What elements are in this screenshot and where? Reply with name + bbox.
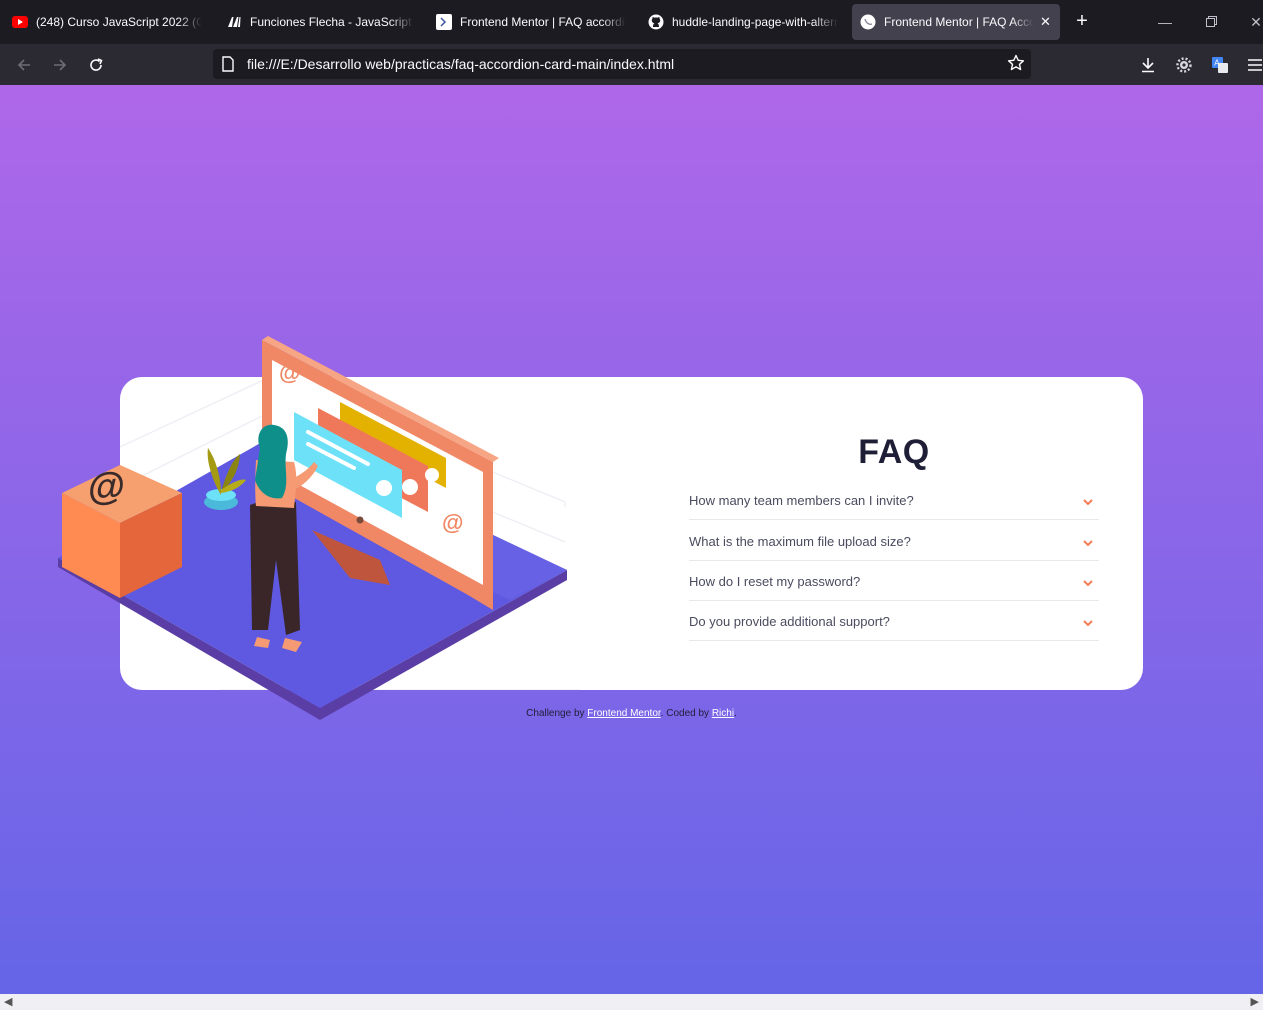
tab-title: (248) Curso JavaScript 2022 (GRATIS) (36, 15, 202, 29)
bookmark-star-icon[interactable] (1007, 54, 1025, 77)
svg-text:@: @ (279, 360, 300, 385)
faq-item[interactable]: What is the maximum file upload size? (689, 520, 1099, 561)
chevron-down-icon[interactable] (1083, 580, 1093, 587)
new-tab-button[interactable]: + (1070, 10, 1094, 34)
tab-mdn[interactable]: Funciones Flecha - JavaScript | MDN (218, 4, 422, 40)
chevron-down-icon[interactable] (1083, 620, 1093, 627)
close-tab-icon[interactable]: ✕ (1040, 14, 1051, 30)
faq-item[interactable]: How do I reset my password? (689, 560, 1099, 601)
attribution-suffix: . (734, 708, 737, 719)
reload-button[interactable] (82, 52, 110, 78)
minimize-icon[interactable]: — (1150, 10, 1180, 34)
frontend-mentor-icon (860, 14, 876, 30)
tab-title: Frontend Mentor | FAQ accordion card (460, 15, 626, 29)
svg-text:@: @ (442, 510, 463, 535)
nav-bar: file:///E:/Desarrollo web/practicas/faq-… (0, 44, 1263, 85)
tab-bar: (248) Curso JavaScript 2022 (GRATIS) Fun… (0, 0, 1263, 44)
arrow-right-icon (54, 59, 67, 71)
scroll-right-icon[interactable]: ▶ (1251, 995, 1259, 1008)
scroll-left-icon[interactable]: ◀ (4, 995, 12, 1008)
github-icon (648, 14, 664, 30)
faq-question[interactable]: How many team members can I invite? (689, 493, 914, 508)
youtube-icon (12, 14, 28, 30)
back-button[interactable] (10, 52, 38, 78)
tab-frontend-mentor-active[interactable]: Frontend Mentor | FAQ Accordion ✕ (852, 4, 1060, 40)
tab-youtube[interactable]: (248) Curso JavaScript 2022 (GRATIS) (4, 4, 210, 40)
download-icon (1142, 58, 1154, 73)
author-link[interactable]: Richi (712, 708, 734, 719)
mdn-icon (226, 14, 242, 30)
tab-title: Frontend Mentor | FAQ Accordion (884, 15, 1034, 29)
frontend-mentor-link[interactable]: Frontend Mentor (587, 708, 660, 719)
tab-title: huddle-landing-page-with-alternating (672, 15, 838, 29)
faq-question[interactable]: How do I reset my password? (689, 574, 860, 589)
extension-button[interactable] (1170, 52, 1198, 78)
frontend-mentor-icon (436, 14, 452, 30)
attribution-middle: . Coded by (660, 708, 712, 719)
chevron-down-icon[interactable] (1083, 499, 1093, 506)
woman-online-illustration: @ @ @ (58, 336, 567, 720)
page-viewport: FAQ How many team members can I invite? … (0, 85, 1263, 994)
translate-button[interactable]: A (1206, 52, 1234, 78)
chevron-down-icon[interactable] (1083, 540, 1093, 547)
gear-icon (1176, 57, 1192, 73)
attribution-prefix: Challenge by (526, 708, 588, 719)
faq-title: FAQ (858, 433, 930, 471)
svg-text:@: @ (88, 464, 125, 509)
hamburger-menu-icon (1248, 59, 1262, 71)
translate-icon: A (1212, 57, 1228, 73)
faq-question[interactable]: Do you provide additional support? (689, 614, 890, 629)
url-bar[interactable]: file:///E:/Desarrollo web/practicas/faq-… (213, 49, 1031, 79)
tab-title: Funciones Flecha - JavaScript | MDN (250, 15, 414, 29)
svg-text:A: A (1214, 59, 1220, 68)
faq-item[interactable]: Do you provide additional support? (689, 600, 1099, 641)
faq-question[interactable]: What is the maximum file upload size? (689, 534, 911, 549)
tab-frontend-mentor[interactable]: Frontend Mentor | FAQ accordion card (428, 4, 634, 40)
horizontal-scrollbar[interactable]: ◀ ▶ (0, 994, 1263, 1010)
menu-button[interactable] (1241, 52, 1263, 78)
arrow-left-icon (17, 59, 30, 71)
reload-icon (90, 58, 103, 71)
forward-button[interactable] (46, 52, 74, 78)
close-window-icon[interactable]: ✕ (1241, 10, 1263, 34)
page-icon (221, 56, 235, 77)
downloads-button[interactable] (1134, 52, 1162, 78)
url-text[interactable]: file:///E:/Desarrollo web/practicas/faq-… (247, 56, 674, 72)
faq-item[interactable]: How many team members can I invite? (689, 479, 1099, 520)
attribution: Challenge by Frontend Mentor. Coded by R… (0, 708, 1263, 719)
restore-icon[interactable] (1196, 10, 1226, 34)
tab-github[interactable]: huddle-landing-page-with-alternating (640, 4, 846, 40)
